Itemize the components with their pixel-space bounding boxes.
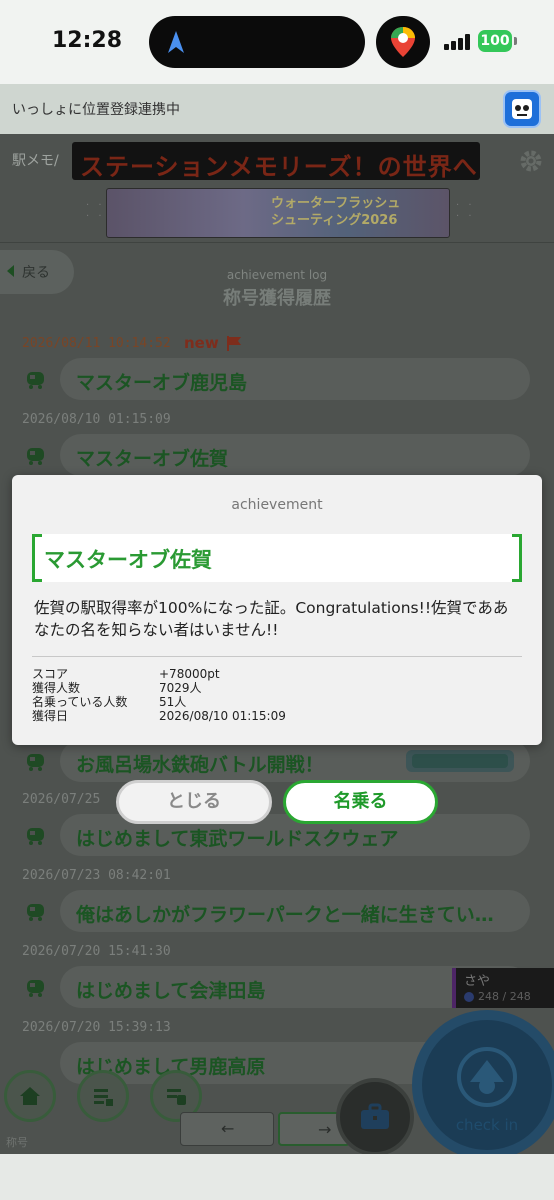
ticker-text: ステーションメモリーズ！の世界へ [80,153,478,180]
train-list-icon [167,1089,186,1105]
event-logo-icon [406,750,514,772]
header-divider [0,242,554,243]
stat-row: 名乗っている人数 51人 [32,695,286,709]
stat-value: 2026/08/10 01:15:09 [159,709,286,723]
log-subtitle: achievement log [226,268,328,282]
clock: 12:28 [52,28,123,53]
train-icon [27,828,44,845]
achievement-title-band: マスターオブ佐賀 [32,534,522,582]
list-item[interactable]: マスターオブ佐賀 [60,434,530,476]
navigation-arrow-icon [168,31,184,53]
checkin-emblem-icon [457,1047,517,1107]
entry-date: 2026/07/20 15:39:13 [22,1020,171,1035]
train-icon [27,372,44,389]
list-item[interactable]: マスターオブ鹿児島 [60,358,530,400]
achievement-title: はじめまして東武ワールドスクウェア [76,828,399,850]
hp-icon [464,992,474,1002]
train-icon [27,904,44,921]
entry-date: 2026/07/25 [22,792,101,807]
briefcase-button[interactable] [336,1078,414,1154]
character-name: さや [464,974,491,989]
location-share-text: いっしょに位置登録連携中 [12,102,180,118]
stat-value: +78000pt [159,667,220,681]
dynamic-island[interactable] [149,16,365,68]
stat-label: 名乗っている人数 [32,695,128,709]
stat-label: スコア [32,667,69,681]
achievement-title: 俺はあしかがフラワーパークと一緒に生きてい… [76,904,494,926]
train-icon [27,754,44,771]
decor-dots-right: · · · · [456,200,475,222]
achievement-title: マスターオブ佐賀 [44,548,212,572]
achievement-title: マスターオブ佐賀 [76,448,229,470]
decor-dots-left: · · · · [86,200,105,222]
stat-value: 51人 [159,695,187,709]
prev-arrow-icon: ← [221,1119,235,1138]
event-banner[interactable]: ウォーターフラッシュ シューティング2026 [106,188,450,238]
entry-date: 2026/07/20 15:41:30 [22,944,171,959]
ticker-display: ステーションメモリーズ！の世界へ [72,142,480,180]
signal-icon [444,34,472,50]
train-icon [27,448,44,465]
home-button[interactable] [4,1070,56,1122]
stat-row: スコア +78000pt [32,667,286,681]
status-bar: 12:28 100 [0,0,554,84]
bracket-left [32,534,42,582]
nickname-label: 称号 [6,1136,28,1149]
home-icon [20,1087,40,1105]
checkin-label: check in [455,1116,519,1134]
entry-date: 2026/07/23 08:42:01 [22,868,171,883]
new-badge: new [184,334,219,352]
share-app-icon[interactable] [503,90,541,128]
claim-title-button[interactable]: 名乗る [283,780,438,824]
character-hp: 248 / 248 [464,990,531,1003]
list-button[interactable] [77,1070,129,1122]
stat-row: 獲得日 2026/08/10 01:15:09 [32,709,286,723]
flag-icon [227,336,241,351]
achievement-stats: スコア +78000pt 獲得人数 7029人 名乗っている人数 51人 獲得日 202… [32,667,286,723]
close-button[interactable]: とじる [116,780,272,824]
stat-label: 獲得人数 [32,681,81,695]
briefcase-icon [361,1103,389,1129]
entry-date: 2026/08/11 10:14:52 [22,336,171,351]
gear-icon[interactable] [518,148,544,174]
stat-value: 7029人 [159,681,202,695]
stat-row: 獲得人数 7029人 [32,681,286,695]
battery-cap [514,37,517,45]
train-icon [27,980,44,997]
list-icon [94,1089,113,1106]
next-arrow-icon: → [318,1120,332,1139]
list-item[interactable]: 俺はあしかがフラワーパークと一緒に生きてい… [60,890,530,932]
entry-date: 2026/08/10 01:15:09 [22,412,171,427]
achievement-description: 佐賀の駅取得率が100%になった証。Congratulations!!佐賀でああ… [34,599,509,639]
achievement-title: マスターオブ鹿児島 [76,372,248,394]
prev-page-button[interactable]: ← [180,1112,274,1146]
battery-indicator: 100 [478,30,512,52]
stat-label: 獲得日 [32,709,69,723]
achievement-title: はじめまして会津田島 [76,980,266,1002]
bracket-right [512,534,522,582]
checkin-button[interactable]: check in [412,1010,554,1154]
modal-divider [32,656,522,657]
modal-header: achievement [231,497,323,513]
location-share-banner[interactable]: いっしょに位置登録連携中 [0,84,554,134]
achievement-modal: achievement マスターオブ佐賀 佐賀の駅取得率が100%になった証。C… [12,475,542,745]
memo-label[interactable]: 駅メモ/ [12,150,59,170]
event-banner-text: ウォーターフラッシュ シューティング2026 [271,196,401,228]
character-status[interactable]: さや 248 / 248 [452,968,554,1008]
home-indicator-area [0,1154,554,1200]
maps-activity-icon[interactable] [376,16,430,68]
log-title: 称号獲得履歴 [223,288,331,309]
hp-value: 248 / 248 [478,990,531,1003]
